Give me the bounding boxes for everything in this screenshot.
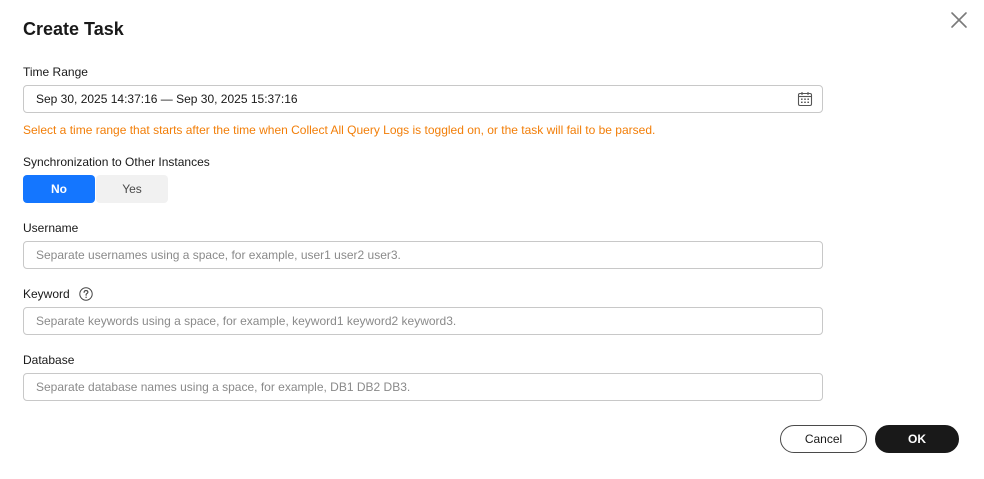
database-input[interactable] — [24, 374, 822, 400]
sync-option-yes[interactable]: Yes — [96, 175, 168, 203]
keyword-field[interactable] — [23, 307, 823, 335]
time-range-label: Time Range — [23, 65, 88, 79]
username-input[interactable] — [24, 242, 822, 268]
close-icon — [951, 12, 967, 28]
create-task-dialog: Create Task Time Range Sep 30, 2025 14:3… — [0, 0, 984, 479]
dialog-title: Create Task — [23, 19, 124, 39]
keyword-label: Keyword — [23, 287, 70, 301]
close-button[interactable] — [947, 9, 971, 33]
username-label: Username — [23, 221, 79, 235]
sync-option-no[interactable]: No — [23, 175, 95, 203]
ok-button[interactable]: OK — [875, 425, 959, 453]
keyword-input[interactable] — [24, 308, 822, 334]
cancel-button[interactable]: Cancel — [780, 425, 867, 453]
help-icon[interactable] — [79, 287, 93, 301]
database-label: Database — [23, 353, 75, 367]
time-range-hint: Select a time range that starts after th… — [23, 123, 656, 137]
time-range-picker[interactable]: Sep 30, 2025 14:37:16 — Sep 30, 2025 15:… — [23, 85, 823, 113]
sync-toggle-group: No Yes — [23, 175, 168, 203]
keyword-label-row: Keyword — [23, 287, 93, 301]
database-field[interactable] — [23, 373, 823, 401]
sync-label: Synchronization to Other Instances — [23, 155, 210, 169]
username-field[interactable] — [23, 241, 823, 269]
time-range-value: Sep 30, 2025 14:37:16 — Sep 30, 2025 15:… — [36, 92, 298, 106]
calendar-icon[interactable] — [797, 91, 813, 107]
